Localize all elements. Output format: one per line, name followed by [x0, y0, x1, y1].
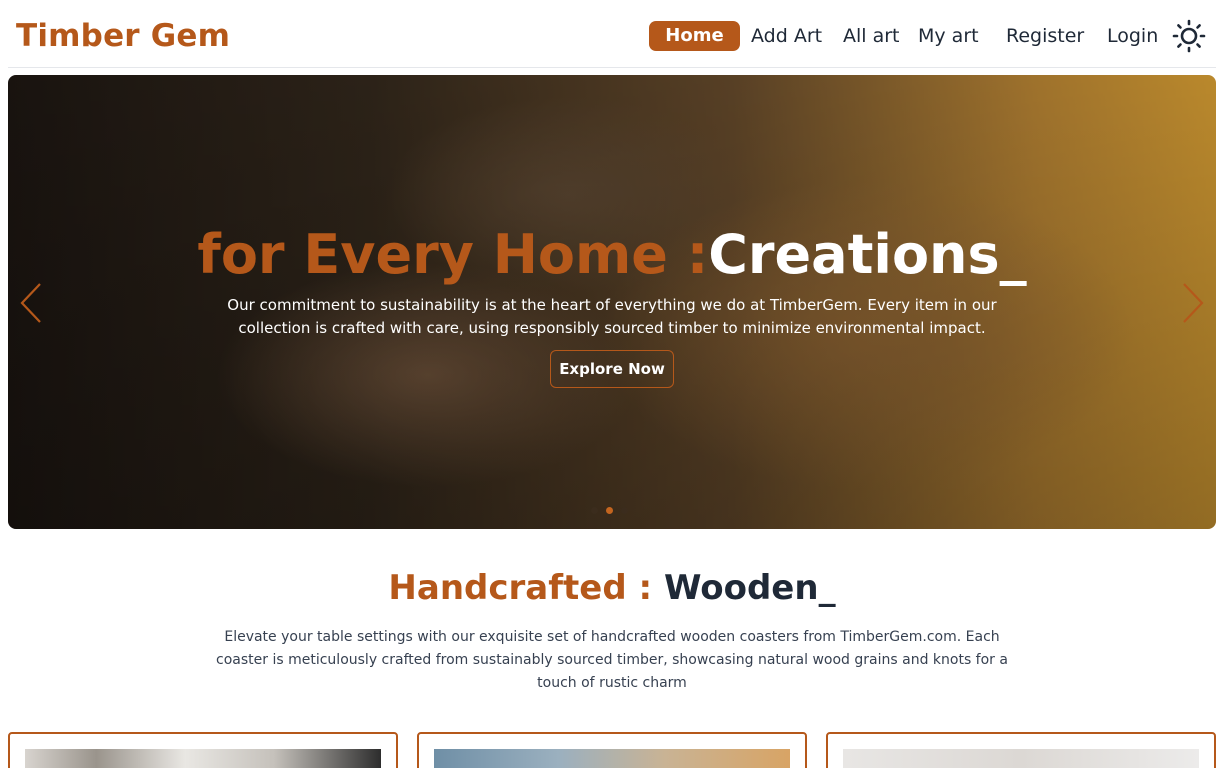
hero-title: for Every Home :Creations_ — [8, 223, 1216, 286]
product-card[interactable] — [8, 732, 398, 768]
section-description: Elevate your table settings with our exq… — [216, 629, 1008, 691]
brand-logo[interactable]: Timber Gem — [16, 18, 230, 54]
product-image — [843, 749, 1199, 768]
hero-title-light: Creations_ — [708, 223, 1027, 286]
chevron-right-icon[interactable] — [1178, 278, 1208, 328]
product-card[interactable] — [826, 732, 1216, 768]
section-title-dark: Wooden_ — [663, 568, 836, 608]
product-image — [25, 749, 381, 768]
carousel-dot[interactable] — [591, 507, 598, 514]
nav-register[interactable]: Register — [1006, 21, 1084, 51]
explore-now-button[interactable]: Explore Now — [550, 350, 674, 388]
navbar: Timber Gem Home Add Art All art My art R… — [0, 0, 1224, 68]
product-card[interactable] — [417, 732, 807, 768]
nav-login[interactable]: Login — [1107, 21, 1158, 51]
nav-my-art[interactable]: My art — [918, 21, 979, 51]
carousel-dot[interactable] — [621, 507, 628, 514]
carousel-indicators — [591, 507, 628, 517]
section-title: Handcrafted : Wooden_ — [0, 568, 1224, 608]
hero-carousel: for Every Home :Creations_ Our commitmen… — [8, 75, 1216, 529]
nav-add-art[interactable]: Add Art — [751, 21, 822, 51]
navbar-divider — [8, 67, 1216, 68]
sun-icon[interactable] — [1172, 19, 1206, 53]
carousel-dot-active[interactable] — [606, 507, 613, 514]
hero-description: Our commitment to sustainability is at t… — [227, 296, 997, 337]
hero-title-accent: for Every Home : — [197, 223, 709, 286]
nav-home[interactable]: Home — [649, 21, 740, 51]
section-title-accent: Handcrafted : — [388, 568, 664, 608]
product-image — [434, 749, 790, 768]
nav-all-art[interactable]: All art — [843, 21, 900, 51]
